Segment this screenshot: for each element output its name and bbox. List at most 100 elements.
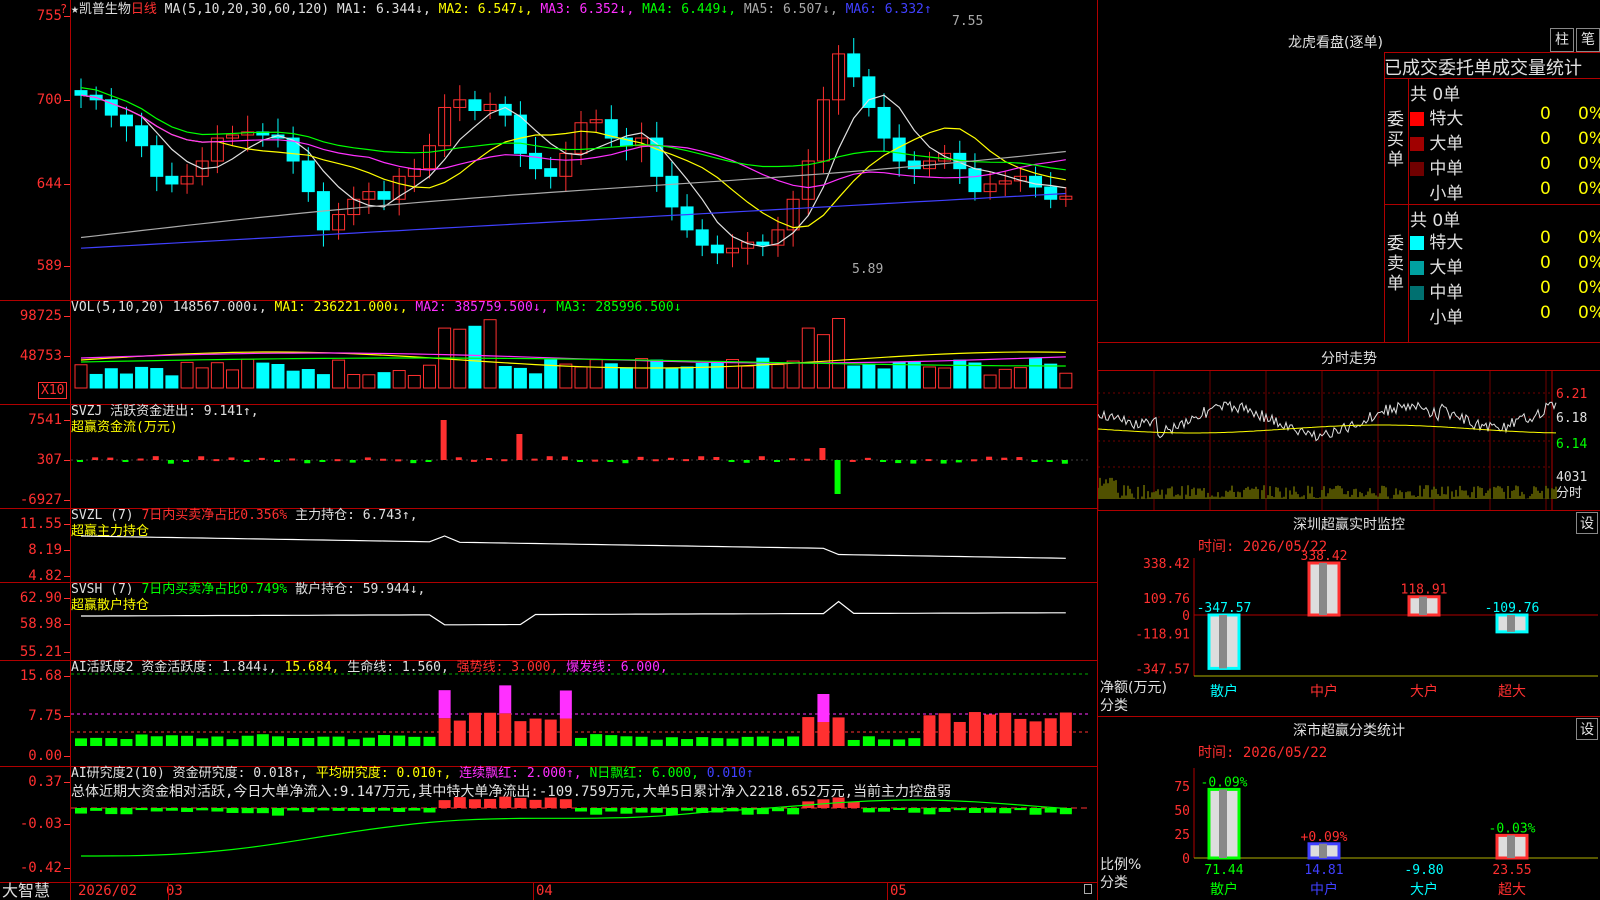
ai-active-bar [468,712,481,746]
ai-active-bar [938,713,951,746]
volume-panel[interactable]: VOL(5,10,20) 148567.000↓, MA1: 236221.00… [0,300,1097,404]
chart-area[interactable]: ★凯普生物日线 MA(5,10,20,30,60,120) MA1: 6.344… [0,0,1098,900]
ai-active-bar [196,738,209,746]
svzj-bar [364,457,371,460]
candle-down [119,114,133,127]
ai-active-bar [484,712,497,746]
row-name: 小单 [1424,308,1464,328]
volume-bar [468,325,482,389]
svzj-bar [940,460,947,464]
svzl-axis-label-0: 11.55 [19,516,62,532]
candlestick-chart[interactable] [71,0,1097,300]
svzl-panel[interactable]: SVZL (7) 7日内买卖净占比0.356% 主力持仓: 6.743↑, 超赢… [0,508,1097,584]
volume-bar [771,364,785,389]
svsh-axis-label-0: 62.90 [19,590,62,606]
row-value: 0 [1540,228,1551,248]
ai-active-bar [862,736,875,746]
svzj-bar [395,459,402,462]
sz-mon-bar-shade [1419,596,1427,615]
svzj-axis-label-0: 7541 [28,412,62,428]
sell-rows-row: 小单 0 0% [1410,303,1600,328]
buy-total: 共 0单 [1410,85,1461,105]
volume-bar [150,368,164,389]
volume-bar [210,362,224,389]
volume-bar [922,366,936,389]
svzj-bar [1061,460,1068,464]
ai-active-bar [271,736,284,746]
svsh-chart[interactable] [71,582,1097,660]
volume-bar [316,374,330,389]
sz-class-set-button[interactable]: 设 [1576,718,1598,740]
sz-mon-cat-label: 超大 [1498,684,1526,700]
intraday-chart[interactable]: 6.21 6.18 6.14 4031分时 [1098,371,1600,511]
volume-bar [983,374,997,389]
ai-research-axis-label-1: -0.03 [19,816,62,832]
ai-research-axis-label-2: -0.42 [19,860,62,876]
ai-active-bar [302,737,315,746]
sz-mon-bar-shade [1507,615,1515,632]
svzj-bar [683,459,690,462]
ai-research-bar [453,797,466,808]
row-pct: 0% [1578,104,1600,124]
svzj-bar [258,457,265,460]
ai-research-chart[interactable] [71,766,1097,882]
price-panel[interactable]: ★凯普生物日线 MA(5,10,20,30,60,120) MA1: 6.344… [0,0,1097,300]
sz-mon-axis-label-0: 338.42 [1143,557,1190,572]
ai-active-bar [756,736,769,746]
sz-mon-cat-label: 大户 [1410,683,1438,700]
ai-research-bar [529,799,542,808]
ai-research-bar [938,808,951,812]
row-pct: 0% [1578,179,1600,199]
intraday-title: 分时走势 [1321,351,1377,367]
volume-bar [407,374,421,389]
price-axis-label-0: 755 [36,8,62,24]
ai-active-chart[interactable] [71,660,1097,766]
sz-monitor-chart[interactable]: 338.42 109.76 0 -118.91 -347.57 净额(万元) 分类 -347.… [1098,550,1600,716]
legend-swatch [1410,261,1424,275]
volume-bar [892,361,906,389]
intra-axis-label-2: 6.14 [1556,437,1587,452]
svzj-bar [77,460,83,462]
volume-bar [847,365,861,389]
svzj-bar [743,460,750,463]
volume-chart[interactable] [71,300,1097,404]
volume-bar [377,372,391,389]
sz-cls-bar-shade [1219,789,1227,858]
ai-research-bar [408,808,421,811]
ai-research-bar [559,799,572,808]
volume-bar [710,361,724,389]
ai-research-bar [256,808,269,814]
legend-swatch [1410,311,1424,325]
ai-active-panel[interactable]: AI活跃度2 资金活跃度: 1.844↓, 15.684, 生命线: 1.560… [0,660,1097,766]
svzl-chart[interactable] [71,508,1097,582]
ai-research-bar [893,808,906,811]
svsh-panel[interactable]: SVSH (7) 7日内买卖净占比0.749% 散户持仓: 59.944↓, 超… [0,582,1097,660]
ai-research-bar [1029,808,1042,815]
ai-active-bar [90,737,103,746]
bi-button[interactable]: 笔 [1576,28,1600,52]
svzj-bar [880,460,887,462]
sz-cls-top-label: -0.09% [1201,775,1248,790]
svzj-bar [895,460,902,464]
svzj-bar [637,456,644,460]
svzj-panel[interactable]: SVZJ 活跃资金进出: 9.141↑, 超赢资金流(万元) 7541 307 -6… [0,404,1097,508]
vol-unit: X10 [38,382,68,399]
ai-research-panel[interactable]: AI研究度2(10) 资金研究度: 0.018↑, 平均研究度: 0.010↑,… [0,766,1097,882]
ma4-line [80,87,1066,171]
ai-active-bar [408,736,421,746]
candle-down [968,168,982,193]
sz-class-chart[interactable]: 75 50 25 0 比例% 分类 -0.09% 71.44 散户 +0.09% 14.81 中户 -9… [1098,758,1600,900]
candle-down [665,175,679,208]
svsh-line [81,600,1066,626]
buy-rows-row: 特大 0 0% [1410,104,1600,129]
svzj-chart[interactable] [71,404,1097,508]
ai-active-peak [438,690,451,719]
zhu-button[interactable]: 柱 [1550,28,1574,52]
volume-bar [801,327,815,389]
candle-down [301,160,315,193]
sz-monitor-set-button[interactable]: 设 [1576,512,1598,534]
svzj-bar [92,457,99,460]
svzj-bar [334,459,341,462]
ai-research-bar [75,808,87,814]
ai-active-bar [423,736,436,746]
